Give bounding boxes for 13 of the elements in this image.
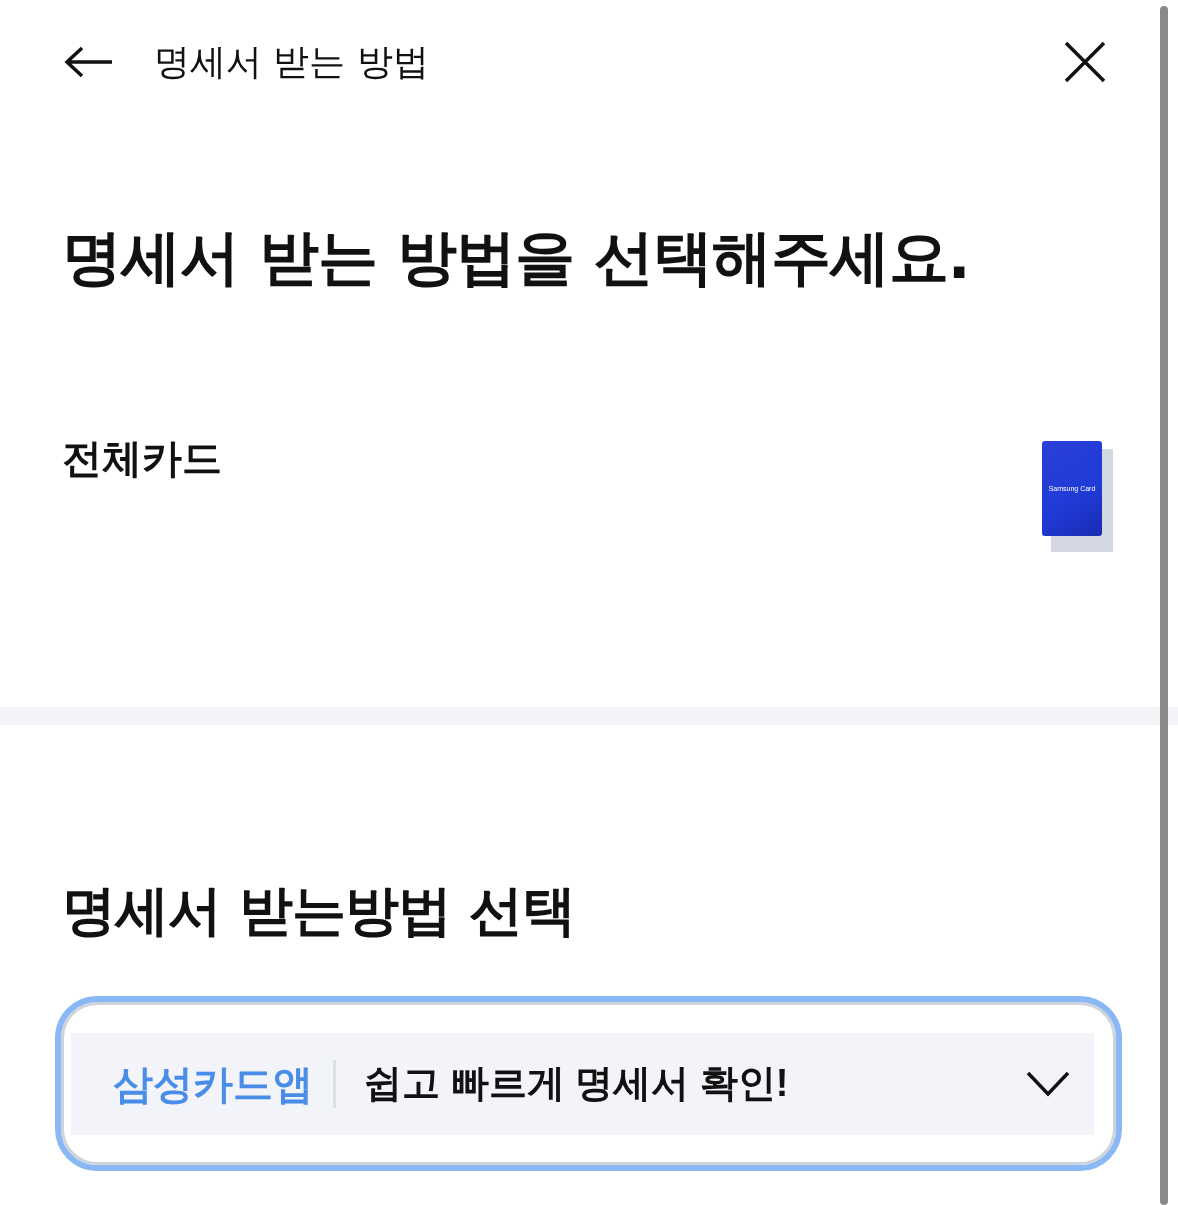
back-arrow-icon [64, 46, 114, 78]
close-button[interactable] [1064, 41, 1106, 83]
chevron-down-icon [1026, 1070, 1070, 1097]
method-dropdown[interactable]: 삼성카드앱 쉽고 빠르게 명세서 확인! [55, 996, 1122, 1171]
headline: 명세서 받는 방법을 선택해주세요. [62, 221, 971, 294]
method-description: 쉽고 빠르게 명세서 확인! [364, 1061, 790, 1106]
card-filter-label: 전체카드 [62, 434, 222, 483]
scrollbar[interactable] [1160, 6, 1168, 1205]
section-title: 명세서 받는방법 선택 [62, 878, 576, 944]
close-icon [1064, 41, 1106, 83]
selected-method: 삼성카드앱 [113, 1059, 336, 1108]
back-button[interactable] [64, 46, 114, 78]
page-title: 명세서 받는 방법 [154, 39, 430, 84]
